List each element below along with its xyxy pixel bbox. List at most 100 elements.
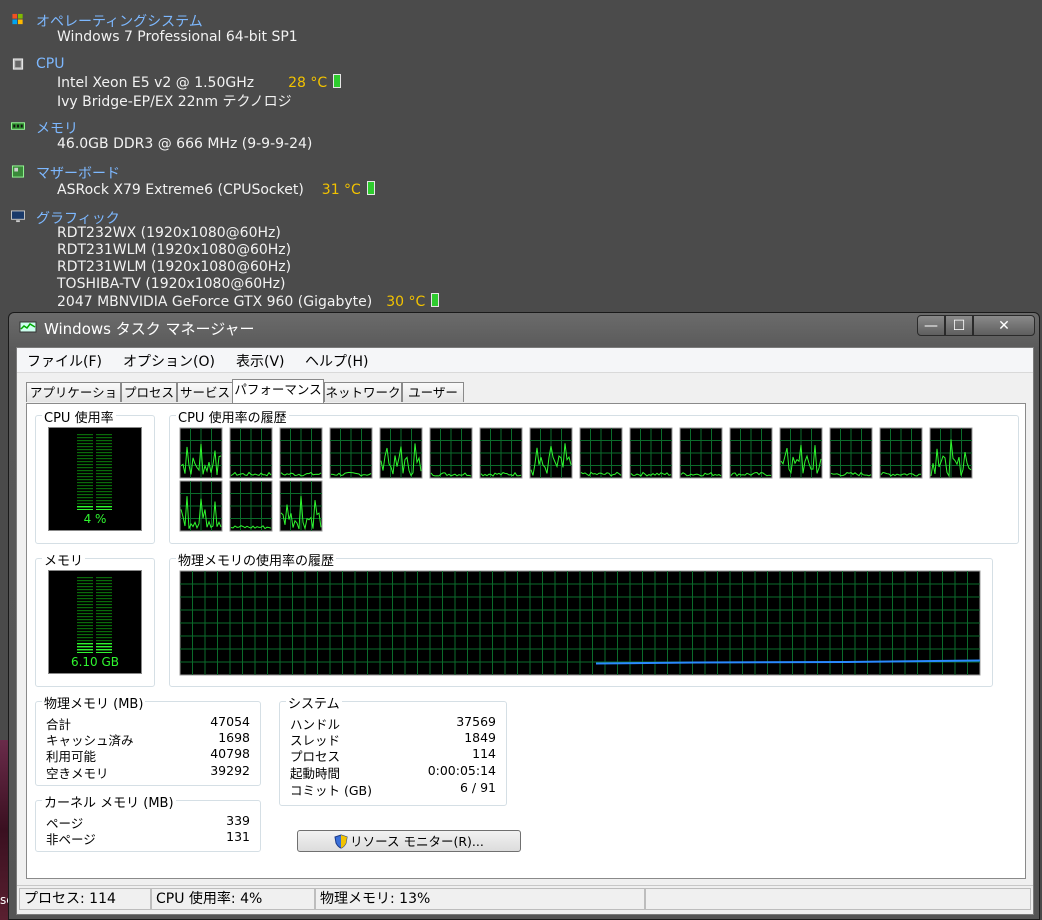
system-summary: オペレーティングシステム Windows 7 Professional 64-b… (0, 0, 1042, 320)
tab-applications[interactable]: アプリケーション (26, 382, 121, 420)
resource-monitor-button[interactable]: リソース モニター(R)... (297, 830, 521, 852)
memory-heading[interactable]: メモリ (36, 118, 78, 138)
memory-group: メモリ 6.10 GB (35, 550, 155, 687)
cpu-core-graph (629, 427, 673, 479)
display-2: RDT231WLM (1920x1080@60Hz) (57, 242, 292, 258)
chip-icon (12, 58, 24, 70)
tab-services[interactable]: サービス (177, 382, 233, 402)
gpu-model: 2047 MBNVIDIA GeForce GTX 960 (Gigabyte)… (57, 293, 440, 310)
cpu-temp-bar (333, 74, 342, 88)
stat-value: 131 (226, 829, 250, 844)
cpu-core-graph (829, 427, 873, 479)
window-title: Windows タスク マネージャー (44, 320, 255, 338)
tab-users[interactable]: ユーザー (402, 382, 464, 402)
stat-value: 40798 (210, 746, 250, 761)
system-group: システム ハンドル 37569 スレッド 1849 プロセス 114 起動時間 … (279, 693, 507, 806)
menu-bar: ファイル(F) オプション(O) 表示(V) ヘルプ(H) (17, 348, 1033, 373)
stat-value: 6 / 91 (459, 780, 496, 795)
cpu-core-graph (229, 480, 273, 532)
tab-processes[interactable]: プロセス (121, 382, 177, 402)
cpu-heading[interactable]: CPU (36, 56, 64, 72)
task-manager-window: Windows タスク マネージャー — ☐ ✕ ファイル(F) オプション(O… (8, 312, 1040, 920)
cpu-core-graph (779, 427, 823, 479)
tab-performance[interactable]: パフォーマンス (232, 379, 324, 403)
gpu-temp: 30 °C (386, 294, 426, 310)
cpu-core-graph (329, 427, 373, 479)
cpu-usage-title: CPU 使用率 (42, 407, 116, 426)
cpu-core-graph (379, 427, 423, 479)
display-3: RDT231WLM (1920x1080@60Hz) (57, 259, 292, 275)
motherboard-heading[interactable]: マザーボード (36, 163, 120, 183)
tab-network[interactable]: ネットワーク (324, 382, 402, 402)
memory-meter: 6.10 GB (48, 570, 142, 674)
cpu-core-graph (229, 427, 273, 479)
stat-value: 114 (472, 746, 496, 761)
motherboard-icon (11, 165, 25, 178)
cpu-core-graph (879, 427, 923, 479)
menu-file[interactable]: ファイル(F) (27, 351, 102, 371)
window-controls: — ☐ ✕ (917, 315, 1035, 337)
maximize-button[interactable]: ☐ (945, 315, 973, 336)
cpu-history-graphs (179, 427, 973, 532)
window-client: ファイル(F) オプション(O) 表示(V) ヘルプ(H) アプリケーション プ… (16, 347, 1034, 915)
minimize-button[interactable]: — (917, 315, 945, 336)
os-heading[interactable]: オペレーティングシステム (36, 11, 203, 31)
menu-help[interactable]: ヘルプ(H) (305, 351, 368, 371)
status-memory: 物理メモリ: 13% (315, 888, 645, 910)
close-button[interactable]: ✕ (973, 315, 1035, 336)
os-name: Windows 7 Professional 64-bit SP1 (57, 29, 298, 45)
monitor-icon (11, 210, 25, 223)
cpu-core-graph (729, 427, 773, 479)
cpu-core-graph (179, 427, 223, 479)
stat-label: 非ページ (46, 832, 96, 847)
stat-value: 1849 (464, 730, 496, 745)
stat-value: 37569 (456, 714, 496, 729)
menu-options[interactable]: オプション(O) (123, 351, 215, 371)
status-empty (645, 888, 1031, 910)
stat-value: 0:00:05:14 (427, 763, 496, 778)
system-title: システム (286, 693, 342, 712)
windows-logo-icon (12, 13, 23, 25)
memory-history-group: 物理メモリの使用率の履歴 (169, 550, 993, 687)
cpu-temp: 28 °C (288, 75, 328, 91)
cpu-tech: Ivy Bridge-EP/EX 22nm テクノロジ (57, 94, 292, 110)
memory-title: メモリ (42, 550, 86, 569)
status-cpu: CPU 使用率: 4% (151, 888, 315, 910)
cpu-core-graph (179, 480, 223, 532)
menu-view[interactable]: 表示(V) (236, 351, 285, 371)
stat-value: 339 (226, 813, 250, 828)
cpu-core-graph (929, 427, 973, 479)
cpu-usage-group: CPU 使用率 4 % (35, 407, 155, 544)
cpu-model: Intel Xeon E5 v2 @ 1.50GHz 28 °C (57, 74, 342, 91)
cpu-core-graph (529, 427, 573, 479)
status-bar: プロセス: 114 CPU 使用率: 4% 物理メモリ: 13% (17, 885, 1033, 914)
physical-memory-title: 物理メモリ (MB) (42, 693, 146, 712)
cpu-core-graph (579, 427, 623, 479)
stat-value: 1698 (218, 730, 250, 745)
memory-spec: 46.0GB DDR3 @ 666 MHz (9-9-9-24) (57, 136, 313, 152)
memory-history-graph (179, 570, 981, 676)
cpu-core-graph (429, 427, 473, 479)
gpu-temp-bar (431, 293, 440, 307)
ram-icon (11, 122, 25, 130)
cpu-usage-meter: 4 % (48, 427, 142, 531)
cpu-core-graph (479, 427, 523, 479)
memory-value: 6.10 GB (70, 655, 120, 669)
stat-label: コミット (GB) (290, 783, 372, 798)
display-4: TOSHIBA-TV (1920x1080@60Hz) (57, 276, 286, 292)
physical-memory-group: 物理メモリ (MB) 合計 47054 キャッシュ済み 1698 利用可能 40… (35, 693, 261, 786)
status-processes: プロセス: 114 (19, 888, 151, 910)
stat-value: 39292 (210, 763, 250, 778)
task-manager-icon (19, 321, 37, 333)
cpu-usage-value: 4 % (83, 512, 107, 526)
display-1: RDT232WX (1920x1080@60Hz) (57, 225, 281, 241)
cpu-history-group: CPU 使用率の履歴 (169, 407, 1019, 544)
cpu-core-graph (279, 480, 323, 532)
motherboard-temp: 31 °C (321, 182, 361, 198)
uac-shield-icon (334, 834, 348, 849)
stat-value: 47054 (210, 714, 250, 729)
stat-label: 空きメモリ (46, 766, 109, 781)
cpu-core-graph (279, 427, 323, 479)
kernel-memory-title: カーネル メモリ (MB) (42, 792, 176, 811)
motherboard-temp-bar (366, 181, 375, 195)
